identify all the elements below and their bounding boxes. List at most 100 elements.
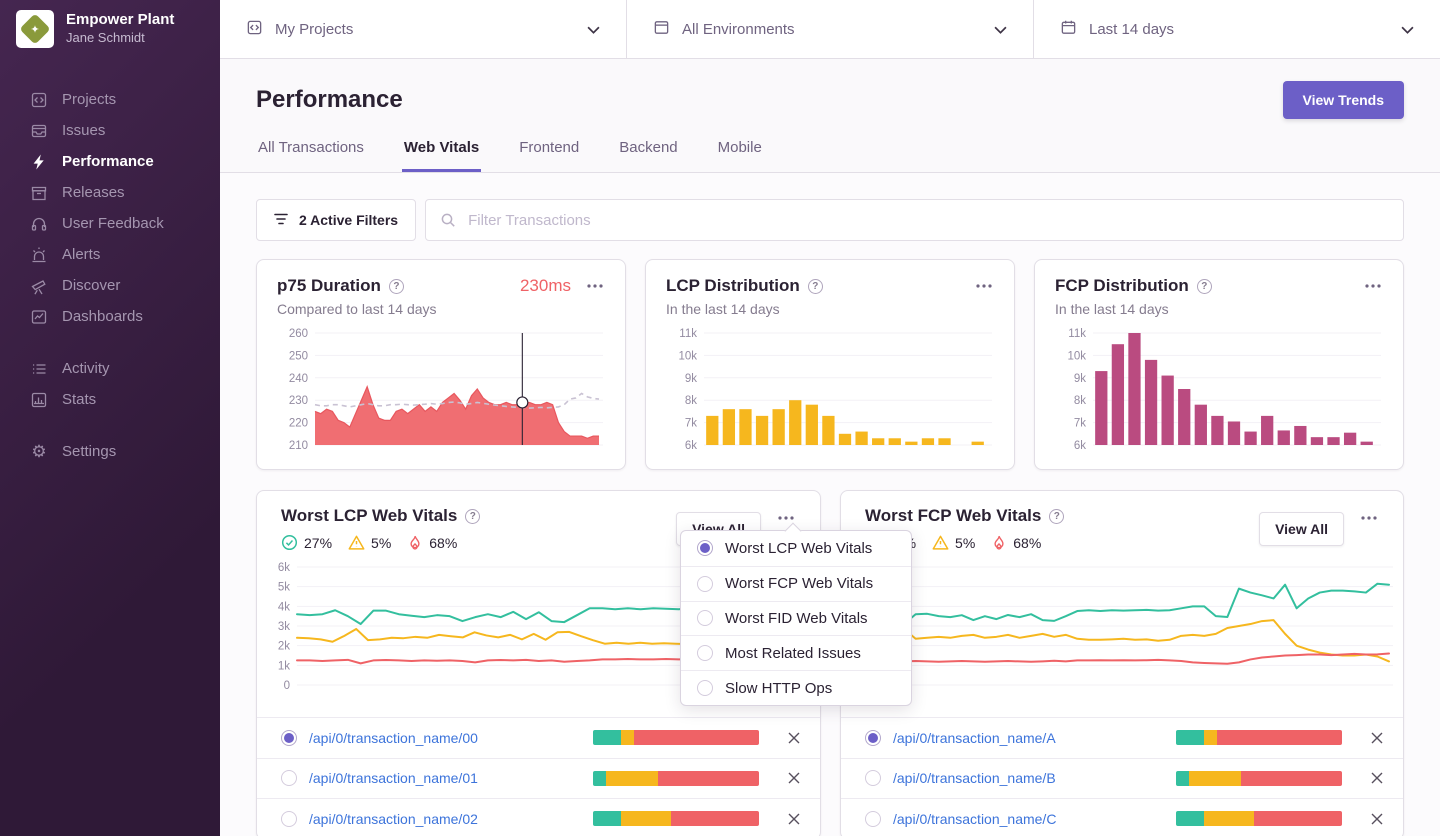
help-icon[interactable]: ? xyxy=(1197,279,1212,294)
tab-mobile[interactable]: Mobile xyxy=(716,139,764,172)
sidebar-item-label: User Feedback xyxy=(62,215,164,232)
svg-text:220: 220 xyxy=(289,418,308,430)
sidebar-item-label: Performance xyxy=(62,153,154,170)
org-switcher[interactable]: ✦ Empower Plant Jane Schmidt xyxy=(0,0,220,58)
sidebar-item-issues[interactable]: Issues xyxy=(0,115,220,146)
active-filters-button[interactable]: 2 Active Filters xyxy=(256,199,416,241)
card-subtitle: In the last 14 days xyxy=(666,301,994,317)
sidebar-item-label: Settings xyxy=(62,443,116,460)
environment-selector[interactable]: All Environments xyxy=(626,0,1033,58)
card-menu-button[interactable] xyxy=(1359,512,1379,524)
transaction-link[interactable]: /api/0/transaction_name/00 xyxy=(309,730,478,746)
dropdown-option-worst-fid-web-vitals[interactable]: Worst FID Web Vitals xyxy=(681,601,911,636)
poor-segment xyxy=(671,811,759,826)
releases-icon xyxy=(30,184,48,202)
view-all-button[interactable]: View All xyxy=(1259,512,1344,546)
worst-lcp-web-vitals-card: Worst LCP Web Vitals? 27% 5% 68% View Al… xyxy=(256,490,821,836)
option-label: Most Related Issues xyxy=(725,645,861,662)
environment-selector-label: All Environments xyxy=(682,21,795,38)
check-circle-icon xyxy=(281,534,298,551)
help-icon[interactable]: ? xyxy=(389,279,404,294)
filter-icon xyxy=(274,212,288,228)
card-menu-button[interactable] xyxy=(1363,280,1383,292)
transaction-radio[interactable] xyxy=(865,811,881,827)
tab-web-vitals[interactable]: Web Vitals xyxy=(402,139,481,172)
meh-segment xyxy=(1204,811,1254,826)
alerts-icon xyxy=(30,246,48,264)
flame-icon xyxy=(991,534,1007,551)
sidebar-item-label: Dashboards xyxy=(62,308,143,325)
lcp-distribution-card: LCP Distribution? In the last 14 days 6k… xyxy=(645,259,1015,470)
option-radio[interactable] xyxy=(697,645,713,661)
good-segment xyxy=(1176,771,1189,786)
sidebar-item-dashboards[interactable]: Dashboards xyxy=(0,301,220,332)
sidebar-item-discover[interactable]: Discover xyxy=(0,270,220,301)
tab-frontend[interactable]: Frontend xyxy=(517,139,581,172)
sidebar-item-projects[interactable]: Projects xyxy=(0,84,220,115)
tab-all-transactions[interactable]: All Transactions xyxy=(256,139,366,172)
option-radio[interactable] xyxy=(697,576,713,592)
good-segment xyxy=(1176,730,1204,745)
good-stat: 27% xyxy=(281,534,332,551)
svg-text:2k: 2k xyxy=(278,641,290,653)
good-segment xyxy=(593,811,621,826)
search-input[interactable] xyxy=(425,199,1404,241)
sidebar-item-alerts[interactable]: Alerts xyxy=(0,239,220,270)
help-icon[interactable]: ? xyxy=(1049,509,1064,524)
option-radio[interactable] xyxy=(697,540,713,556)
close-icon[interactable] xyxy=(1368,769,1386,787)
transaction-link[interactable]: /api/0/transaction_name/B xyxy=(893,770,1056,786)
help-icon[interactable]: ? xyxy=(808,279,823,294)
dropdown-option-worst-lcp-web-vitals[interactable]: Worst LCP Web Vitals xyxy=(681,531,911,566)
sidebar-item-stats[interactable]: Stats xyxy=(0,384,220,415)
dropdown-option-slow-http-ops[interactable]: Slow HTTP Ops xyxy=(681,670,911,705)
transaction-radio[interactable] xyxy=(865,730,881,746)
sidebar-item-releases[interactable]: Releases xyxy=(0,177,220,208)
svg-text:6k: 6k xyxy=(685,440,697,452)
vitals-breakdown-bar xyxy=(593,811,759,826)
svg-text:260: 260 xyxy=(289,328,308,340)
close-icon[interactable] xyxy=(785,769,803,787)
transaction-radio[interactable] xyxy=(281,770,297,786)
view-trends-button[interactable]: View Trends xyxy=(1283,81,1404,119)
warning-icon xyxy=(932,534,949,551)
svg-text:9k: 9k xyxy=(685,373,697,385)
sidebar-item-user-feedback[interactable]: User Feedback xyxy=(0,208,220,239)
option-radio[interactable] xyxy=(697,610,713,626)
card-menu-button[interactable] xyxy=(974,280,994,292)
sidebar-item-activity[interactable]: Activity xyxy=(0,353,220,384)
project-selector[interactable]: My Projects xyxy=(220,0,626,58)
transaction-link[interactable]: /api/0/transaction_name/A xyxy=(893,730,1056,746)
dropdown-option-most-related-issues[interactable]: Most Related Issues xyxy=(681,635,911,670)
transaction-link[interactable]: /api/0/transaction_name/C xyxy=(893,811,1056,827)
dropdown-option-worst-fcp-web-vitals[interactable]: Worst FCP Web Vitals xyxy=(681,566,911,601)
transaction-radio[interactable] xyxy=(281,811,297,827)
meh-segment xyxy=(606,771,657,786)
gear-icon: ⚙ xyxy=(30,443,48,461)
option-label: Worst FID Web Vitals xyxy=(725,610,868,627)
card-menu-button[interactable] xyxy=(585,280,605,292)
help-icon[interactable]: ? xyxy=(465,509,480,524)
transaction-row: /api/0/transaction_name/02 xyxy=(257,798,820,836)
sparkle-icon: ✦ xyxy=(16,10,54,48)
option-label: Worst FCP Web Vitals xyxy=(725,575,873,592)
close-icon[interactable] xyxy=(785,810,803,828)
transaction-link[interactable]: /api/0/transaction_name/02 xyxy=(309,811,478,827)
close-icon[interactable] xyxy=(1368,810,1386,828)
transaction-radio[interactable] xyxy=(281,730,297,746)
lcp-distribution-chart: 6k7k8k9k10k11k xyxy=(666,327,994,459)
svg-text:250: 250 xyxy=(289,350,308,362)
tab-backend[interactable]: Backend xyxy=(617,139,679,172)
transaction-radio[interactable] xyxy=(865,770,881,786)
close-icon[interactable] xyxy=(1368,729,1386,747)
sidebar-item-settings[interactable]: ⚙ Settings xyxy=(0,436,220,467)
good-segment xyxy=(593,730,621,745)
org-name: Empower Plant xyxy=(66,11,174,30)
transaction-row: /api/0/transaction_name/A xyxy=(841,717,1403,758)
daterange-selector[interactable]: Last 14 days xyxy=(1033,0,1440,58)
option-radio[interactable] xyxy=(697,680,713,696)
sidebar-item-performance[interactable]: Performance xyxy=(0,146,220,177)
card-subtitle: Compared to last 14 days xyxy=(277,301,605,317)
transaction-link[interactable]: /api/0/transaction_name/01 xyxy=(309,770,478,786)
close-icon[interactable] xyxy=(785,729,803,747)
